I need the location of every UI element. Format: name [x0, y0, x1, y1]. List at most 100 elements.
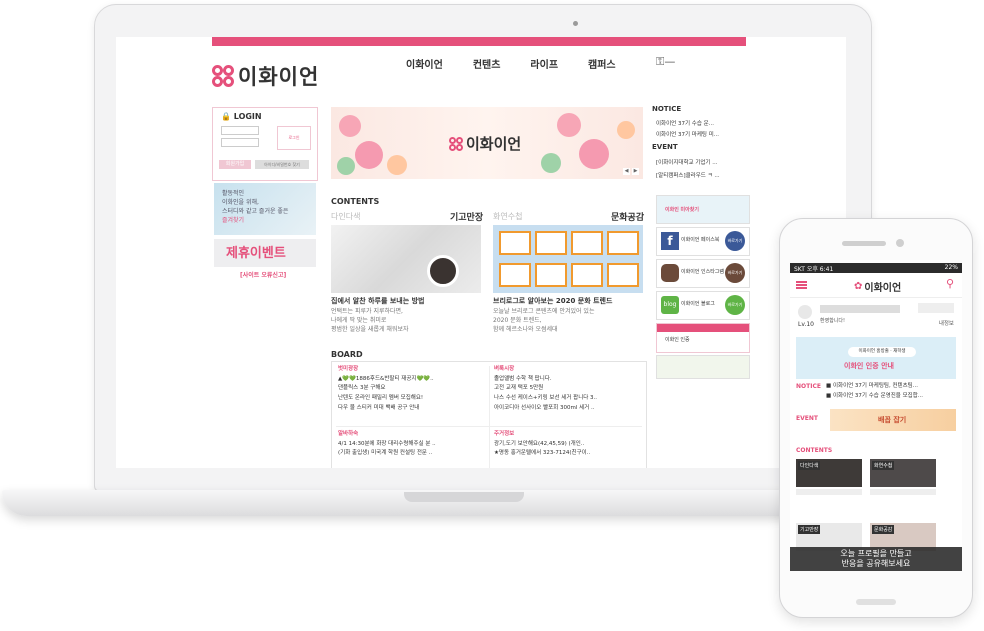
small-ad-banner[interactable] [656, 355, 750, 379]
instagram-icon [661, 264, 679, 282]
event-title: EVENT [652, 143, 678, 151]
board-section-head[interactable]: 벼룩시장 [494, 365, 597, 375]
next-arrow-icon[interactable]: ▶ [632, 168, 639, 175]
verify-title: 이화인 인증 안내 [844, 362, 894, 370]
board-item[interactable]: 고전 교재 택포 5만원 [494, 384, 597, 394]
hero-arrows: ◀ ▶ [623, 168, 639, 175]
nav-item-life[interactable]: 라이프 [530, 56, 558, 71]
board-item[interactable]: (기화 출입생) 미국계 학원 컨설팅 전문 .. [338, 449, 436, 459]
verify-banner[interactable]: 이화이언 홈방출 · 재학생 이화인 인증 안내 [796, 337, 956, 379]
login-box: 🔒 LOGIN 로그인 회원가입 아이디/비밀번호 찾기 [212, 107, 318, 181]
board-item[interactable]: 4/1 14:30분에 화장 대리수령해주실 분 .. [338, 440, 436, 450]
login-button[interactable]: 로그인 [277, 126, 311, 150]
tab-hwayeon-sucheop[interactable]: 화연수첩 [493, 211, 522, 222]
logo-text: 이화이언 [238, 65, 320, 89]
facebook-link[interactable]: f 이화이언 페이스북 바로가기 [656, 227, 750, 256]
report-error-link[interactable]: [사이트 오류신고] [240, 270, 286, 279]
facebook-label: 이화이언 페이스북 [681, 237, 720, 243]
nav-item-contents[interactable]: 컨텐츠 [473, 56, 501, 71]
site-logo[interactable]: 이화이언 [212, 61, 319, 91]
mobile-contents-title: CONTENTS [796, 447, 833, 454]
mobile-notice-item[interactable]: ■ 이화이언 37기 수습 운영진을 모집합... [826, 391, 923, 399]
camera-icon [573, 21, 578, 26]
join-button[interactable]: 회원가입 [219, 160, 251, 169]
tab-munhwa-gonggam[interactable]: 문화공감 [611, 210, 644, 223]
board-item[interactable]: 광기,도기 보안해요(42,45,59) (개인.. [494, 440, 590, 450]
notice-item[interactable]: 이화이언 37기 마케팅 미... [656, 130, 719, 138]
nav-item-campus[interactable]: 캠퍼스 [588, 56, 616, 71]
carrier-time: SKT 오후 6:41 [794, 266, 834, 273]
notice-title: NOTICE [652, 105, 682, 113]
status-bar: SKT 오후 6:41 22% [790, 263, 962, 273]
event-banner-text: 배꼽 잡기 [878, 416, 907, 424]
nav-item-ewhaian[interactable]: 이화이언 [406, 56, 443, 71]
facebook-icon: f [661, 232, 679, 250]
profile-toast[interactable]: 오늘 프로필을 만들고 반응을 공유해보세요 [790, 547, 962, 571]
user-name [820, 305, 900, 313]
event-item[interactable]: [알티캠퍼스]클라우드 ㅋ ... [656, 171, 720, 179]
mobile-notice-item[interactable]: ■ 이화이언 37기 마케팅팀, 컨텐츠팀... [826, 381, 918, 389]
prev-arrow-icon[interactable]: ◀ [623, 168, 630, 175]
laptop-notch [404, 492, 524, 502]
board-section-head[interactable]: 알바하숙 [338, 430, 436, 440]
key-icon[interactable]: ⚿— [656, 55, 675, 69]
tile-label: 다인다색 [798, 461, 821, 470]
board-panel: 벗미광장 ▲💚💚1886후드&반팔티 재공지💚💚.. 댄플릭스 3분 구해요 난… [331, 361, 647, 468]
board-item[interactable]: ▲💚💚1886후드&반팔티 재공지💚💚.. [338, 375, 434, 385]
blog-link[interactable]: blog 이화이언 블로그 바로가기 [656, 291, 750, 320]
board-item[interactable]: 아이코디아 선사이오 빨포회 300ml 세거 .. [494, 404, 597, 414]
card-title-trend[interactable]: 브리로그로 알아보는 2020 문화 트렌드 [493, 296, 612, 306]
key-icon[interactable]: ⚲ [946, 277, 954, 290]
board-item[interactable]: 나스 수선 케이스+키링 보선 세거 팝니다 3.. [494, 394, 597, 404]
notice-item[interactable]: 이화이언 37기 수습 운... [656, 119, 714, 127]
board-item[interactable]: 난텐도 온라인 패밀리 멤버 모집해요! [338, 394, 434, 404]
password-input[interactable] [221, 138, 259, 147]
menu-icon[interactable] [796, 281, 807, 289]
mobile-logo[interactable]: ✿ 이화이언 [854, 279, 901, 294]
content-thumbnail-home[interactable] [331, 225, 481, 293]
board-section-head[interactable]: 주거정보 [494, 430, 590, 440]
main-nav: 이화이언 컨텐츠 라이프 캠퍼스 [406, 56, 616, 71]
id-input[interactable] [221, 126, 259, 135]
user-level: Lv.10 [798, 321, 814, 328]
blog-label: 이화이언 블로그 [681, 301, 715, 307]
login-title: 🔒 LOGIN [221, 112, 262, 121]
board-section-jobs: 알바하숙 4/1 14:30분에 화장 대리수령해주실 분 .. (기화 출입생… [338, 430, 436, 459]
desktop-screen: 이화이언 이화이언 컨텐츠 라이프 캠퍼스 ⚿— 🔒 LOGIN 로그인 회원가… [116, 37, 846, 468]
phone-camera-icon [896, 239, 904, 247]
instagram-go-button[interactable]: 바로가기 [725, 263, 745, 283]
side-banner-partner-event[interactable]: 제휴이벤트 [214, 239, 316, 267]
hero-banner[interactable]: 이화이언 ◀ ▶ [331, 107, 643, 179]
board-item[interactable]: 다우 물 스티커 미대 백배 공구 안내 [338, 404, 434, 414]
mobile-event-title: EVENT [796, 415, 818, 422]
mobile-event-banner[interactable]: 배꼽 잡기 [830, 409, 956, 431]
hero-logo: 이화이언 [449, 133, 521, 154]
board-item[interactable]: 졸업앨범 수학 책 팝니다. [494, 375, 597, 385]
flower-logo-icon [449, 136, 463, 151]
find-account-button[interactable]: 아이디/비밀번호 찾기 [255, 160, 309, 169]
mobile-header: ✿ 이화이언 ⚲ [790, 273, 962, 298]
tab-gigo-manjang[interactable]: 기고만장 [450, 210, 483, 223]
card-title-home[interactable]: 집에서 알찬 하루를 보내는 방법 [331, 296, 424, 306]
toast-line: 반응을 공유해보세요 [841, 559, 911, 568]
blog-go-button[interactable]: 바로가기 [725, 295, 745, 315]
verify-banner[interactable]: 이화인 인증 [656, 323, 750, 353]
tab-dain-dasaek[interactable]: 다인다색 [331, 211, 360, 222]
find-ewhain-banner[interactable]: 이화인 미아찾기 [656, 195, 750, 224]
my-info-link[interactable]: 내정보 [939, 319, 954, 327]
message-box[interactable] [918, 303, 954, 313]
banner-line: 즐겨찾기 [222, 217, 245, 224]
side-banner-study[interactable]: 활동적인 이화인을 위해, 스터디와 같고 즐거운 좋은 즐겨찾기 [214, 183, 316, 235]
event-item[interactable]: [이화이지대학교 기업기 ... [656, 158, 718, 166]
facebook-go-button[interactable]: 바로가기 [725, 231, 745, 251]
card-desc-trend: 오늘날 브리로그 콘텐츠에 안겨있어 있는 2020 문화 트렌드, 함께 헤르… [493, 308, 595, 333]
content-thumbnail-trend[interactable] [493, 225, 643, 293]
tile-caption [796, 489, 862, 495]
tile-label: 기고만장 [798, 525, 821, 534]
board-section-head[interactable]: 벗미광장 [338, 365, 434, 375]
board-item[interactable]: 댄플릭스 3분 구해요 [338, 384, 434, 394]
card-desc-home: 언택트는 피루가 지루하다면, 나에게 딱 맞는 취미로 평범한 일상을 새롭게… [331, 308, 409, 333]
board-item[interactable]: ★명동 홍거운텔에서 323-7124(친구이.. [494, 449, 590, 459]
verify-label: 이화인 인증 [665, 337, 690, 343]
instagram-link[interactable]: 이화이언 인스타그램 바로가기 [656, 259, 750, 288]
